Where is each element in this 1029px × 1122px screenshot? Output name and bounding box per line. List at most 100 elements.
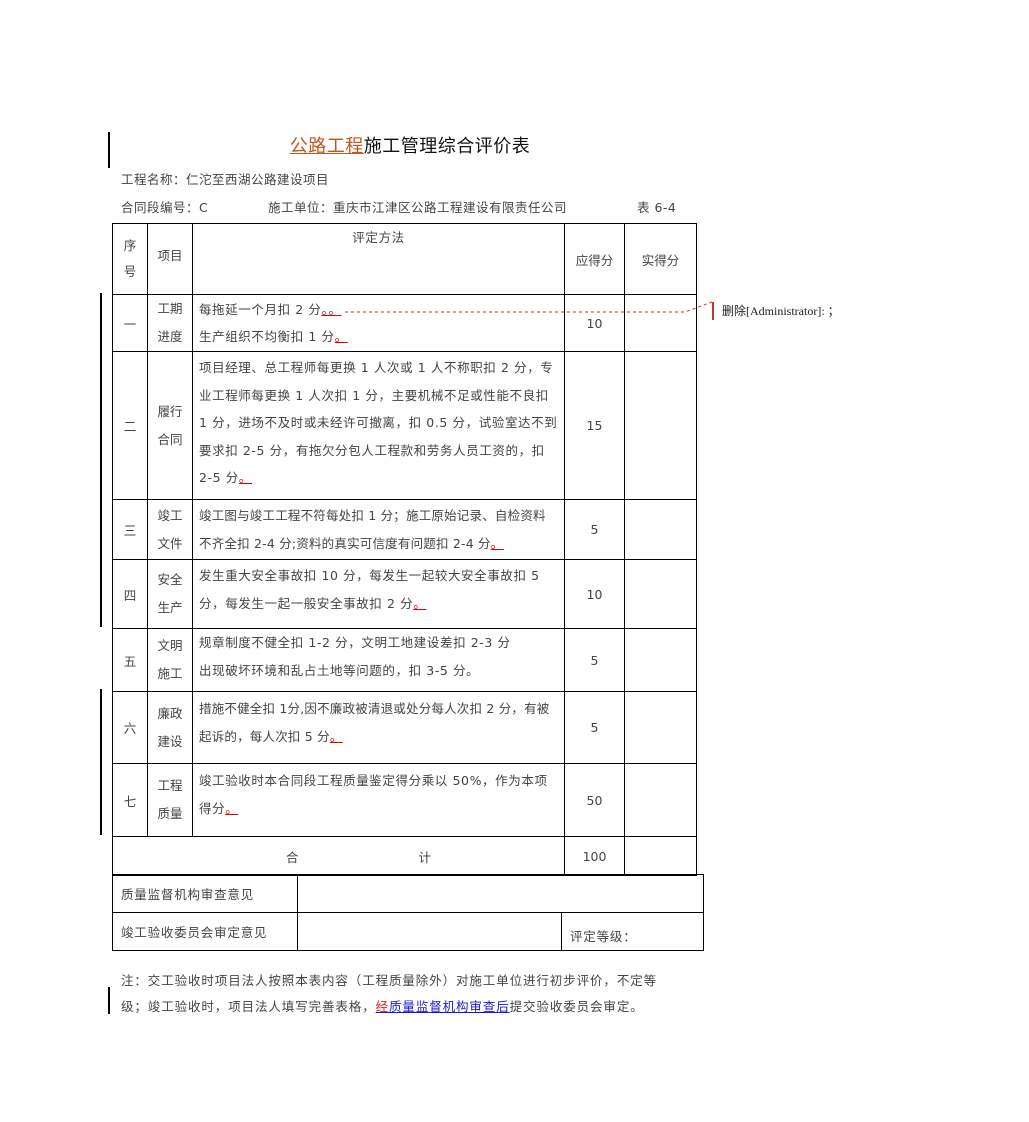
row-method: 规章制度不健全扣 1-2 分，文明工地建设差扣 2-3 分 出现破坏环境和乱占土…	[192, 628, 565, 692]
row-method: 措施不健全扣 1分,因不廉政被清退或处分每人次扣 2 分，有被起诉的，每人次扣 …	[192, 691, 565, 764]
revision-mark: 。	[225, 800, 239, 816]
review-quality-input[interactable]	[297, 874, 704, 913]
note-line-1: 注：交工验收时项目法人按照本表内容（工程质量除外）对施工单位进行初步评价，不定等	[121, 973, 658, 988]
row-actual-score[interactable]	[624, 763, 697, 837]
table-row: 三 竣工文件 竣工图与竣工工程不符每处扣 1 分；施工原始记录、自检资料不齐全扣…	[112, 499, 697, 560]
header-item: 项目	[147, 223, 193, 295]
review-committee-input[interactable]	[297, 912, 562, 951]
row-due-score: 15	[564, 351, 625, 500]
row-item-text: 廉政建设	[157, 705, 183, 749]
method-line: 生产组织不均衡扣 1 分。	[199, 323, 558, 351]
method-line: 规章制度不健全扣 1-2 分，文明工地建设差扣 2-3 分	[199, 635, 511, 650]
row-item: 工期进度	[147, 294, 193, 352]
header-method-text: 评定方法	[352, 230, 405, 245]
revision-mark: 。	[238, 470, 252, 485]
method-line: 每拖延一个月扣 2 分。。	[199, 296, 558, 324]
table-row: 二 履行合同 项目经理、总工程师每更换 1 人次或 1 人不称职扣 2 分，专业…	[112, 351, 697, 500]
header-method: 评定方法	[192, 223, 565, 295]
row-item: 竣工文件	[147, 499, 193, 560]
row-due-score: 10	[564, 294, 625, 352]
row-no: 七	[112, 763, 148, 837]
note-line-2-start: 级；竣工验收时，项目法人填写完善表格，	[121, 999, 376, 1014]
row-item-text: 履行合同	[157, 403, 183, 447]
project-name-value: 仁沱至西湖公路建设项目	[186, 172, 330, 187]
row-actual-score[interactable]	[624, 499, 697, 560]
row-actual-score[interactable]	[624, 559, 697, 629]
row-no: 六	[112, 691, 148, 764]
revision-comment-text: 删除[Administrator]: ；	[722, 304, 840, 318]
row-item: 廉政建设	[147, 691, 193, 764]
table-row: 六 廉政建设 措施不健全扣 1分,因不廉政被清退或处分每人次扣 2 分，有被起诉…	[112, 691, 697, 764]
total-actual-score[interactable]	[624, 836, 697, 876]
row-no: 一	[112, 294, 148, 352]
row-item-text: 安全生产	[157, 572, 183, 615]
change-bar-rows-6-7	[100, 689, 102, 835]
row-due-score: 5	[564, 628, 625, 692]
contractor-label: 施工单位：	[268, 200, 334, 215]
row-actual-score[interactable]	[624, 351, 697, 500]
row-actual-score[interactable]	[624, 691, 697, 764]
total-row: 合 计 100	[112, 836, 697, 876]
method-line-text: 每拖延一个月扣 2 分	[199, 301, 322, 317]
row-actual-score[interactable]	[624, 294, 697, 352]
row-due-score: 5	[564, 691, 625, 764]
review-committee-label: 竣工验收委员会审定意见	[112, 912, 298, 951]
table-row: 五 文明施工 规章制度不健全扣 1-2 分，文明工地建设差扣 2-3 分 出现破…	[112, 628, 697, 692]
grade-field[interactable]: 评定等级：	[561, 912, 704, 951]
header-item-text: 项目	[157, 248, 183, 263]
note-line-2: 级；竣工验收时，项目法人填写完善表格，经质量监督机构审查后提交验收委员会审定。	[121, 996, 644, 1015]
review-table: 质量监督机构审查意见 竣工验收委员会审定意见 评定等级：	[112, 874, 704, 951]
row-method: 每拖延一个月扣 2 分。。 生产组织不均衡扣 1 分。	[192, 294, 565, 352]
method-text: 措施不健全扣 1分,因不廉政被清退或处分每人次扣 2 分，有被起诉的，每人次扣 …	[199, 701, 550, 744]
change-bar-rows-1-4	[100, 293, 102, 627]
row-item: 履行合同	[147, 351, 193, 500]
row-method: 项目经理、总工程师每更换 1 人次或 1 人不称职扣 2 分，专业工程师每更换 …	[192, 351, 565, 500]
evaluation-table: 序号 项目 评定方法 应得分 实得分 一 工期进度 每拖延一个月扣 2 分。。 …	[112, 223, 697, 876]
row-item-text: 竣工文件	[157, 507, 183, 551]
row-item: 安全生产	[147, 559, 193, 629]
method-text: 项目经理、总工程师每更换 1 人次或 1 人不称职扣 2 分，专业工程师每更换 …	[199, 360, 558, 485]
project-name-label: 工程名称：	[121, 172, 187, 187]
revision-mark: 。	[329, 728, 343, 744]
review-committee-row: 竣工验收委员会审定意见 评定等级：	[112, 912, 704, 951]
table-row: 一 工期进度 每拖延一个月扣 2 分。。 生产组织不均衡扣 1 分。 10	[112, 294, 697, 352]
total-label-b: 计	[418, 849, 432, 865]
header-due: 应得分	[564, 223, 625, 295]
row-item-text: 工期进度	[157, 301, 183, 344]
row-item-text: 工程质量	[157, 778, 183, 821]
contract-line: 合同段编号：C	[121, 197, 208, 216]
method-text: 发生重大安全事故扣 10 分，每发生一起较大安全事故扣 5 分，每发生一起一般安…	[199, 568, 540, 611]
contractor-line: 施工单位：重庆市江津区公路工程建设有限责任公司	[268, 197, 567, 216]
row-actual-score[interactable]	[624, 628, 697, 692]
table-header-row: 序号 项目 评定方法 应得分 实得分	[112, 223, 697, 295]
grade-label: 评定等级：	[570, 929, 637, 944]
note-line-2-end: 提交验收委员会审定。	[509, 999, 644, 1014]
row-due-score: 5	[564, 499, 625, 560]
total-label-a: 合	[285, 849, 299, 865]
row-no: 三	[112, 499, 148, 560]
contract-value: C	[199, 200, 209, 215]
table-number: 表 6-4	[637, 200, 677, 215]
total-due-score: 100	[564, 836, 625, 876]
row-due-score: 50	[564, 763, 625, 837]
method-text: 竣工验收时本合同段工程质量鉴定得分乘以 50%，作为本项得分	[199, 773, 548, 816]
method-line-text: 生产组织不均衡扣 1 分	[199, 329, 335, 344]
table-row: 四 安全生产 发生重大安全事故扣 10 分，每发生一起较大安全事故扣 5 分，每…	[112, 559, 697, 629]
row-no: 五	[112, 628, 148, 692]
revision-comment[interactable]: 删除[Administrator]: ；	[712, 302, 840, 320]
header-due-text: 应得分	[575, 252, 614, 268]
row-method: 竣工图与竣工工程不符每处扣 1 分；施工原始记录、自检资料不齐全扣 2-4 分;…	[192, 499, 565, 560]
page-title: 公路工程施工管理综合评价表	[0, 132, 820, 158]
row-item: 工程质量	[147, 763, 193, 837]
row-method: 发生重大安全事故扣 10 分，每发生一起较大安全事故扣 5 分，每发生一起一般安…	[192, 559, 565, 629]
header-actual: 实得分	[624, 223, 697, 295]
title-text: 施工管理综合评价表	[363, 136, 531, 157]
contract-label: 合同段编号：	[121, 200, 200, 215]
table-row: 七 工程质量 竣工验收时本合同段工程质量鉴定得分乘以 50%，作为本项得分。 5…	[112, 763, 697, 837]
row-item-text: 文明施工	[157, 638, 183, 681]
row-no: 四	[112, 559, 148, 629]
revision-mark: 。	[334, 329, 348, 344]
header-actual-text: 实得分	[641, 252, 680, 268]
review-quality-row: 质量监督机构审查意见	[112, 874, 704, 913]
row-method: 竣工验收时本合同段工程质量鉴定得分乘以 50%，作为本项得分。	[192, 763, 565, 837]
